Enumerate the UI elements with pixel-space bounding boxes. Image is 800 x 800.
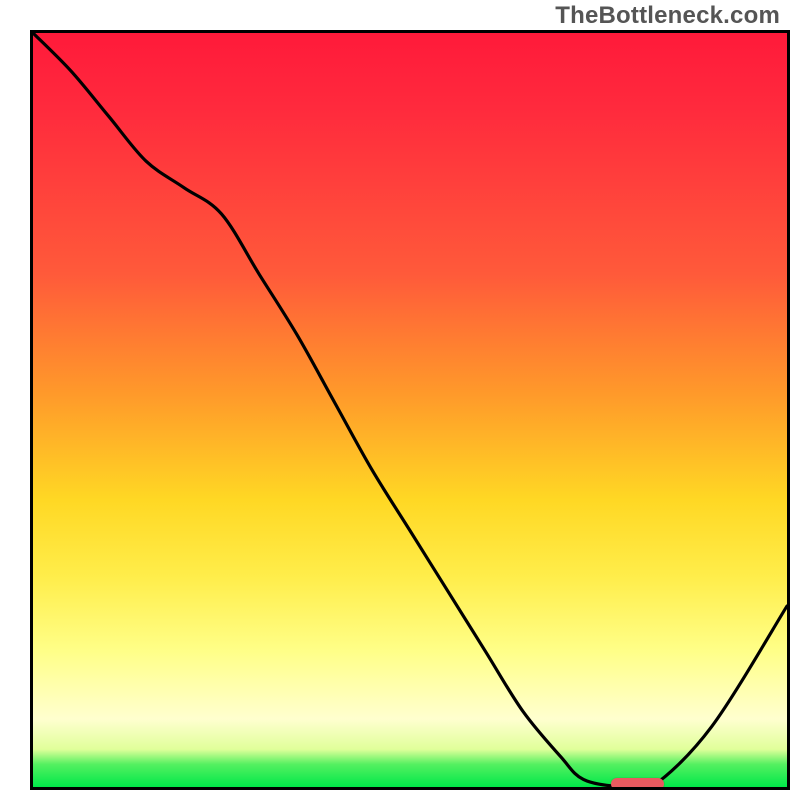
bottleneck-chart: TheBottleneck.com: [0, 0, 800, 800]
plot-area: [30, 30, 790, 790]
optimal-range-marker: [611, 778, 664, 790]
watermark-text: TheBottleneck.com: [555, 2, 780, 30]
bottleneck-curve: [33, 33, 787, 787]
